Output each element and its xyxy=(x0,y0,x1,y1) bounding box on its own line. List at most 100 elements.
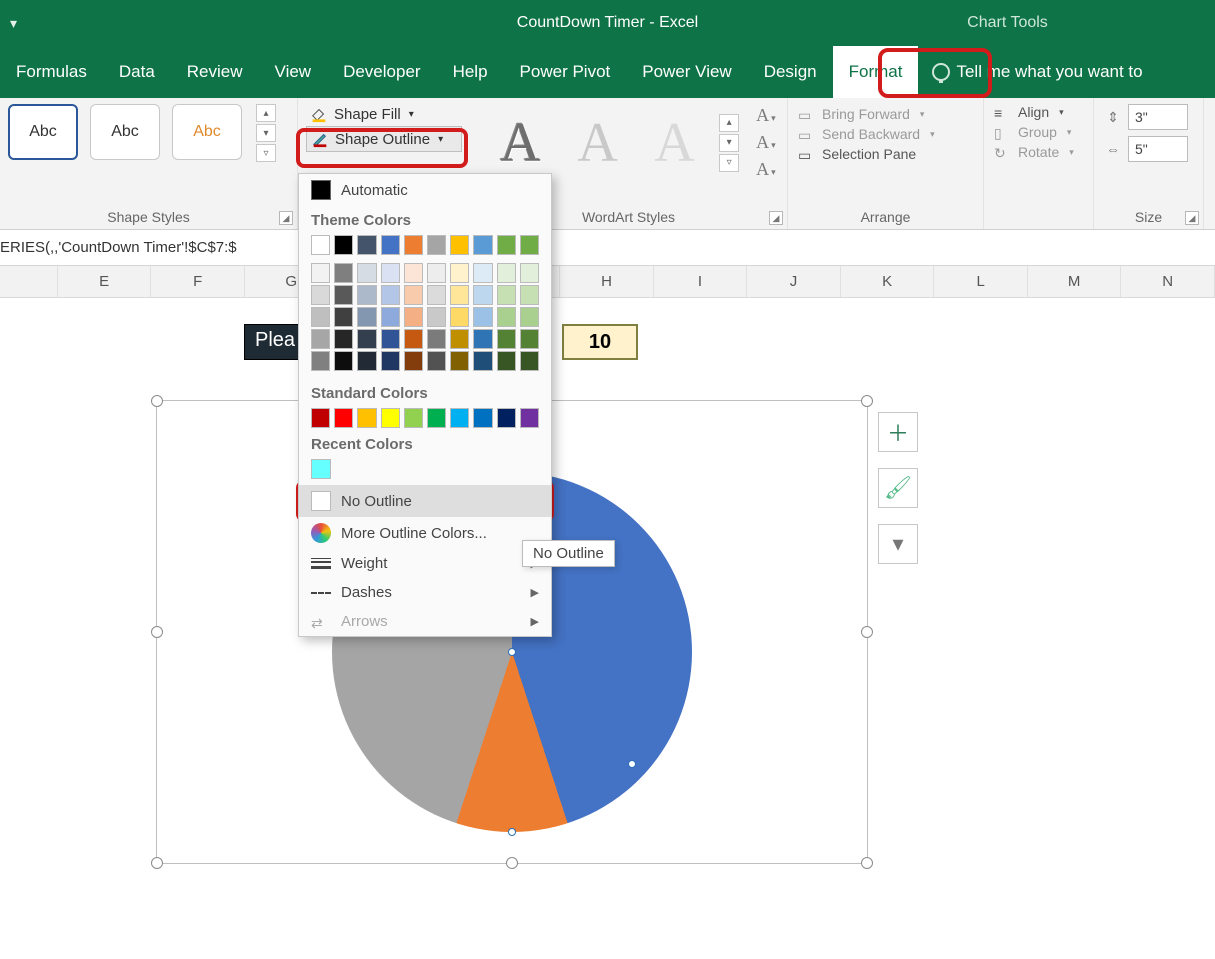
wordart-preset-3[interactable]: A xyxy=(640,108,709,178)
chart-elements-button[interactable]: ＋ xyxy=(878,412,918,452)
color-swatch[interactable] xyxy=(427,235,446,255)
dashes-submenu[interactable]: Dashes ▶ xyxy=(299,578,551,607)
resize-handle[interactable] xyxy=(151,395,163,407)
color-swatch[interactable] xyxy=(311,263,330,283)
color-swatch[interactable] xyxy=(357,351,376,371)
tab-formulas[interactable]: Formulas xyxy=(0,46,103,98)
color-swatch[interactable] xyxy=(381,285,400,305)
tab-power-pivot[interactable]: Power Pivot xyxy=(504,46,627,98)
color-swatch[interactable] xyxy=(381,351,400,371)
color-swatch[interactable] xyxy=(357,329,376,349)
color-swatch[interactable] xyxy=(381,329,400,349)
tab-developer[interactable]: Developer xyxy=(327,46,437,98)
color-swatch[interactable] xyxy=(497,329,516,349)
color-swatch[interactable] xyxy=(450,329,469,349)
text-fill-button[interactable]: A▾ xyxy=(753,104,779,127)
color-swatch[interactable] xyxy=(334,235,353,255)
color-swatch[interactable] xyxy=(404,329,423,349)
color-swatch[interactable] xyxy=(450,235,469,255)
height-input[interactable] xyxy=(1128,104,1188,130)
color-swatch[interactable] xyxy=(427,351,446,371)
color-swatch[interactable] xyxy=(404,307,423,327)
color-swatch[interactable] xyxy=(520,351,539,371)
series-point-handle[interactable] xyxy=(508,648,516,656)
color-swatch[interactable] xyxy=(427,307,446,327)
text-effects-button[interactable]: A▾ xyxy=(753,158,779,181)
resize-handle[interactable] xyxy=(861,626,873,638)
resize-handle[interactable] xyxy=(506,857,518,869)
color-swatch[interactable] xyxy=(450,307,469,327)
color-swatch[interactable] xyxy=(381,263,400,283)
color-swatch[interactable] xyxy=(497,285,516,305)
chart-styles-button[interactable]: 🖌 xyxy=(878,468,918,508)
tab-view[interactable]: View xyxy=(259,46,328,98)
color-swatch[interactable] xyxy=(497,351,516,371)
color-swatch[interactable] xyxy=(473,351,492,371)
color-swatch[interactable] xyxy=(381,307,400,327)
color-swatch[interactable] xyxy=(473,408,492,428)
color-swatch[interactable] xyxy=(427,329,446,349)
color-swatch[interactable] xyxy=(520,329,539,349)
color-swatch[interactable] xyxy=(404,408,423,428)
col-header-e[interactable]: E xyxy=(58,266,152,297)
col-header-j[interactable]: J xyxy=(747,266,841,297)
color-swatch[interactable] xyxy=(357,263,376,283)
color-swatch[interactable] xyxy=(497,307,516,327)
shape-style-preset-1[interactable]: Abc xyxy=(8,104,78,160)
color-swatch[interactable] xyxy=(404,235,423,255)
color-swatch[interactable] xyxy=(520,307,539,327)
scroll-down-icon[interactable]: ▾ xyxy=(256,124,276,142)
wordart-preset-2[interactable]: A xyxy=(563,108,632,178)
worksheet-area[interactable]: Plea 10 ＋ 🖌 ▾ xyxy=(0,298,1215,958)
color-swatch[interactable] xyxy=(311,307,330,327)
color-swatch[interactable] xyxy=(473,307,492,327)
resize-handle[interactable] xyxy=(151,626,163,638)
send-backward-button[interactable]: ▭Send Backward▾ xyxy=(796,124,975,144)
color-swatch[interactable] xyxy=(334,408,353,428)
gallery-expand-icon[interactable]: ▿ xyxy=(256,144,276,162)
color-swatch[interactable] xyxy=(404,285,423,305)
tell-me[interactable]: Tell me what you want to xyxy=(918,46,1142,98)
color-swatch[interactable] xyxy=(381,408,400,428)
tab-power-view[interactable]: Power View xyxy=(626,46,747,98)
shape-style-preset-3[interactable]: Abc xyxy=(172,104,242,160)
color-swatch[interactable] xyxy=(404,351,423,371)
text-outline-button[interactable]: A▾ xyxy=(753,131,779,154)
automatic-color-item[interactable]: Automatic xyxy=(299,174,551,206)
resize-handle[interactable] xyxy=(861,395,873,407)
color-swatch[interactable] xyxy=(311,408,330,428)
series-point-handle[interactable] xyxy=(628,760,636,768)
color-swatch[interactable] xyxy=(497,263,516,283)
tab-format[interactable]: Format xyxy=(833,46,919,98)
color-swatch[interactable] xyxy=(357,285,376,305)
shape-fill-button[interactable]: Shape Fill▾ xyxy=(306,102,462,126)
color-swatch[interactable] xyxy=(520,235,539,255)
color-swatch[interactable] xyxy=(450,351,469,371)
col-header-h[interactable]: H xyxy=(560,266,654,297)
col-header-l[interactable]: L xyxy=(934,266,1028,297)
col-header-m[interactable]: M xyxy=(1028,266,1122,297)
col-header-k[interactable]: K xyxy=(841,266,935,297)
tab-help[interactable]: Help xyxy=(437,46,504,98)
color-swatch[interactable] xyxy=(311,459,331,479)
resize-handle[interactable] xyxy=(861,857,873,869)
qat-dropdown-icon[interactable]: ▾ xyxy=(10,15,17,32)
more-outline-colors-item[interactable]: More Outline Colors... xyxy=(299,517,551,549)
size-launcher-icon[interactable]: ◢ xyxy=(1185,211,1199,225)
scroll-up-icon[interactable]: ▴ xyxy=(719,114,739,132)
color-swatch[interactable] xyxy=(334,351,353,371)
group-button[interactable]: ▯Group▾ xyxy=(992,122,1085,142)
color-swatch[interactable] xyxy=(334,263,353,283)
scroll-up-icon[interactable]: ▴ xyxy=(256,104,276,122)
color-swatch[interactable] xyxy=(427,408,446,428)
width-input[interactable] xyxy=(1128,136,1188,162)
tab-design[interactable]: Design xyxy=(748,46,833,98)
color-swatch[interactable] xyxy=(497,408,516,428)
col-header-n[interactable]: N xyxy=(1121,266,1215,297)
color-swatch[interactable] xyxy=(450,285,469,305)
align-button[interactable]: ≡Align▾ xyxy=(992,102,1085,122)
color-swatch[interactable] xyxy=(334,329,353,349)
rotate-button[interactable]: ↻Rotate▾ xyxy=(992,142,1085,162)
color-swatch[interactable] xyxy=(311,351,330,371)
chart-filters-button[interactable]: ▾ xyxy=(878,524,918,564)
